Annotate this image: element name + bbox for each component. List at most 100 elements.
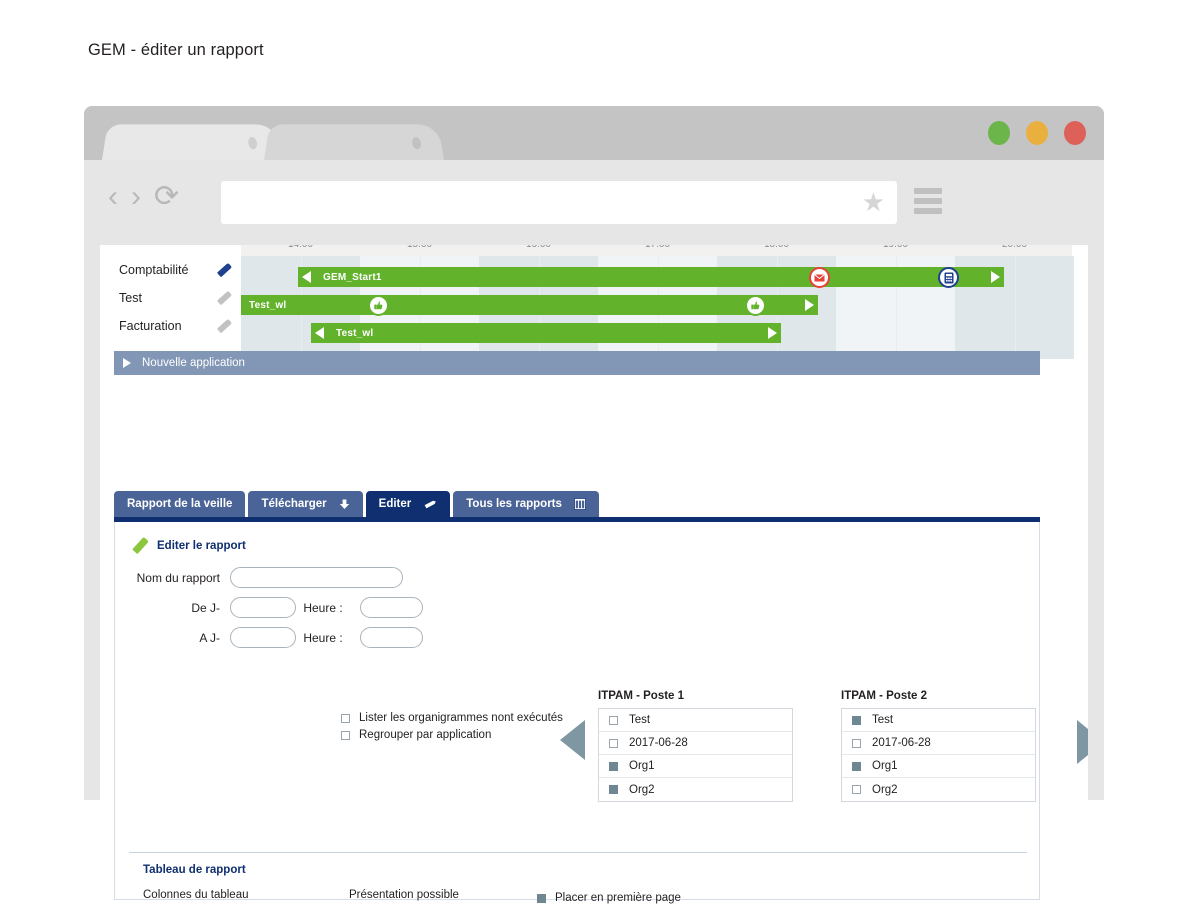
checkbox[interactable] (852, 715, 861, 725)
a-j-input[interactable] (230, 627, 296, 648)
gantt-row-comptabilite[interactable]: Comptabilité (114, 256, 241, 284)
edit-pencil-icon[interactable] (216, 262, 233, 278)
gantt-row-facturation[interactable]: Facturation (114, 312, 241, 340)
gantt-bar-test-wl-1[interactable]: Test_wl (241, 295, 801, 315)
list-item[interactable]: Test (599, 709, 792, 732)
heure-label-de: Heure : (303, 600, 343, 615)
checkbox[interactable] (852, 761, 861, 771)
report-options: Lister les organigrammes nont exécutés R… (341, 712, 563, 746)
browser-toolbar: ‹ › ⟳ ★ (84, 160, 1104, 245)
tab-rapport-de-la-veille[interactable]: Rapport de la veille (114, 491, 246, 517)
list-item[interactable]: Org2 (599, 778, 792, 801)
option-lister-organigrammes[interactable]: Lister les organigrammes nont exécutés (341, 712, 563, 724)
form-row-nom: Nom du rapport (125, 567, 545, 588)
tableau-de-rapport-title: Tableau de rapport (143, 864, 246, 876)
checkbox[interactable] (341, 713, 350, 723)
gantt-bar-start-cap[interactable] (298, 267, 315, 287)
time-tick: 20:00 (1002, 245, 1027, 250)
listbox-title: ITPAM - Poste 2 (841, 690, 928, 702)
mail-icon[interactable] (809, 267, 830, 288)
heure-de-input[interactable] (360, 597, 423, 618)
gantt-row-label: Comptabilité (119, 263, 189, 277)
gantt-timeline: GEM_Start1 Test_wl Test_wl (241, 256, 1074, 359)
tab-close-icon[interactable] (411, 136, 422, 150)
checkbox[interactable] (852, 738, 861, 748)
heure-a-input[interactable] (360, 627, 423, 648)
browser-tab-2[interactable] (264, 124, 444, 160)
de-j-label: De J- (191, 600, 220, 615)
listbox-title: ITPAM - Poste 1 (598, 690, 685, 702)
checkbox[interactable] (341, 730, 350, 740)
gantt-bar-end-cap[interactable] (987, 267, 1004, 287)
nouvelle-application-bar[interactable]: Nouvelle application (114, 351, 1040, 375)
presentation-heading: Présentation possible (349, 889, 459, 901)
list-item[interactable]: Org1 (599, 755, 792, 778)
checkbox[interactable] (609, 715, 618, 725)
gantt-bar-end-cap[interactable] (801, 295, 818, 315)
tab-tous-les-rapports[interactable]: Tous les rapports (453, 491, 599, 517)
list-item[interactable]: Test (842, 709, 1035, 732)
forward-icon[interactable]: › (131, 182, 141, 212)
list-item-label: Test (872, 714, 894, 726)
placer-en-premiere-page-option[interactable]: Placer en première page (537, 892, 681, 904)
list-item[interactable]: 2017-06-28 (842, 732, 1035, 755)
calculator-icon[interactable] (938, 267, 959, 288)
gantt-bar-label: Test_wl (249, 299, 287, 311)
browser-tab-1[interactable] (102, 124, 282, 160)
checkbox[interactable] (609, 761, 618, 771)
listbox-items: Test 2017-06-28 Org1 Org2 (598, 708, 793, 802)
presentation-possible-group: Présentation possible Camemberts Barres (349, 889, 459, 906)
heure-label-a: Heure : (303, 630, 343, 645)
gantt-bar-end-cap[interactable] (764, 323, 781, 343)
close-button[interactable] (1064, 121, 1086, 145)
nom-du-rapport-input[interactable] (230, 567, 403, 588)
list-item-label: Org1 (872, 760, 898, 772)
tab-editer[interactable]: Editer (365, 491, 451, 517)
tab-close-icon[interactable] (247, 136, 258, 150)
bookmark-star-icon[interactable]: ★ (862, 189, 885, 215)
window-controls (988, 121, 1086, 145)
tab-label: Télécharger (261, 498, 327, 510)
thumbs-up-icon[interactable] (745, 295, 766, 316)
gantt-bar-start-cap[interactable] (311, 323, 328, 343)
list-item[interactable]: 2017-06-28 (599, 732, 792, 755)
edit-pencil-icon[interactable] (216, 290, 233, 306)
browser-nav-group: ‹ › ⟳ (108, 182, 179, 212)
app-viewport: Comptabilité Test Facturation 14:00 15:0… (100, 245, 1088, 906)
time-tick: 18:00 (764, 245, 789, 250)
list-item[interactable]: Org1 (842, 755, 1035, 778)
maximize-button[interactable] (1026, 121, 1048, 145)
next-arrow-icon[interactable] (1077, 720, 1088, 764)
tab-label: Tous les rapports (466, 498, 562, 510)
tableau-de-rapport-section: Tableau de rapport Colonnes du tableau O… (143, 864, 1023, 904)
checkbox[interactable] (537, 893, 546, 903)
gantt-row-label: Facturation (119, 319, 182, 333)
form-row-de: De J- Heure : (125, 597, 545, 618)
gantt-bar-test-wl-2[interactable]: Test_wl (328, 323, 764, 343)
tab-telecharger[interactable]: Télécharger (248, 491, 363, 517)
gantt-bar-label: Test_wl (336, 327, 374, 339)
listbox-items: Test 2017-06-28 Org1 Org2 (841, 708, 1036, 802)
first-page-row[interactable]: Placer en première page (537, 892, 681, 904)
expand-triangle-icon (123, 358, 131, 368)
back-icon[interactable]: ‹ (108, 182, 118, 212)
checkbox[interactable] (609, 738, 618, 748)
gantt-bar-gem-start1[interactable]: GEM_Start1 (315, 267, 987, 287)
previous-arrow-icon[interactable] (560, 720, 585, 760)
de-j-input[interactable] (230, 597, 296, 618)
url-bar[interactable]: ★ (221, 181, 897, 224)
tab-label: Rapport de la veille (127, 498, 233, 510)
thumbs-up-icon[interactable] (368, 295, 389, 316)
list-item[interactable]: Org2 (842, 778, 1035, 801)
gantt-row-test[interactable]: Test (114, 284, 241, 312)
list-item-label: 2017-06-28 (872, 737, 931, 749)
option-regrouper-par-application[interactable]: Regrouper par application (341, 729, 563, 741)
edit-pencil-icon[interactable] (216, 318, 233, 334)
hamburger-menu-icon[interactable] (914, 188, 942, 214)
checkbox[interactable] (852, 785, 861, 794)
reload-icon[interactable]: ⟳ (154, 182, 179, 212)
listbox-itpam-poste-1: ITPAM - Poste 1 Test 2017-06-28 Org1 Org… (598, 690, 793, 802)
checkbox[interactable] (609, 785, 618, 794)
gantt-row-label: Test (119, 291, 142, 305)
minimize-button[interactable] (988, 121, 1010, 145)
